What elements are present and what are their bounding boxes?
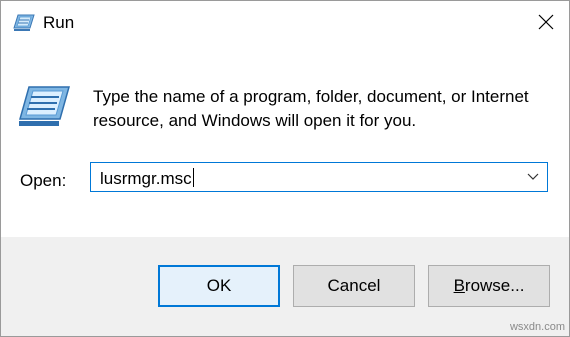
window-title: Run	[43, 13, 75, 32]
close-icon	[538, 14, 554, 35]
open-input-value[interactable]: lusrmgr.msc	[100, 168, 194, 189]
close-button[interactable]	[523, 1, 569, 47]
watermark: wsxdn.com	[509, 321, 565, 333]
text-caret	[192, 168, 194, 187]
run-icon	[17, 85, 71, 129]
title-bar[interactable]: Run	[1, 1, 569, 47]
dialog-content: Type the name of a program, folder, docu…	[1, 47, 569, 237]
dialog-description: Type the name of a program, folder, docu…	[93, 87, 529, 130]
ok-button[interactable]: OK	[158, 265, 280, 307]
button-bar: OK Cancel Browse... wsxdn.com	[1, 237, 569, 336]
chevron-down-icon	[527, 168, 539, 186]
run-dialog: Run Type the name of a program, folder, …	[0, 0, 570, 337]
run-icon	[13, 14, 35, 32]
open-combobox[interactable]: lusrmgr.msc	[90, 162, 548, 192]
cancel-button[interactable]: Cancel	[293, 265, 415, 307]
open-label: Open:	[20, 171, 67, 190]
dropdown-button[interactable]	[519, 163, 547, 191]
browse-mnemonic: B	[453, 276, 465, 295]
browse-label-rest: rowse...	[464, 276, 525, 295]
browse-button[interactable]: Browse...	[428, 265, 550, 307]
